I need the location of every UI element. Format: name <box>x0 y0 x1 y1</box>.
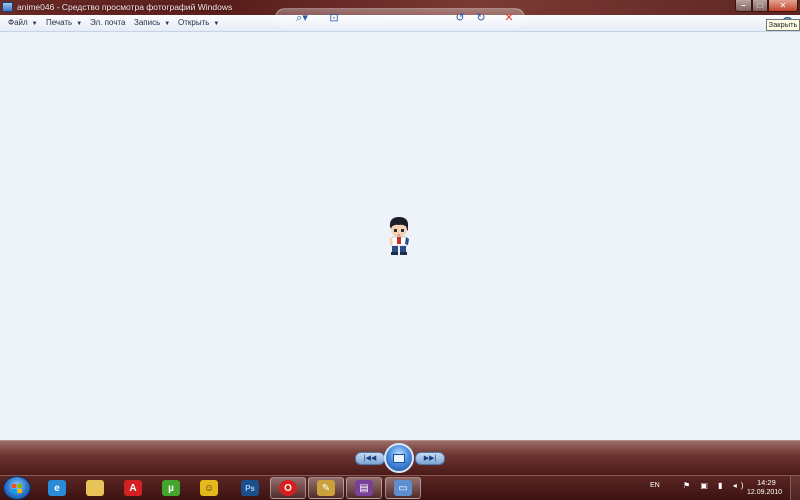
language-indicator[interactable]: EN <box>650 482 660 489</box>
clock-date[interactable]: 12.09.2010 <box>747 489 782 496</box>
photo-viewer-app-icon <box>2 2 13 12</box>
menu-email-label: Эл. почта <box>90 18 126 27</box>
menu-email[interactable]: Эл. почта <box>90 15 125 31</box>
photo-viewer-icon: ▭ <box>394 480 412 496</box>
folder-icon <box>86 480 104 496</box>
taskbar-avira[interactable]: A <box>115 477 151 499</box>
menu-burn-label: Запись <box>134 18 161 27</box>
chevron-down-icon: ▼ <box>213 21 220 27</box>
menu-file[interactable]: Файл ▼ <box>8 15 38 31</box>
media-app-icon: ✎ <box>317 480 335 496</box>
opera-icon: O <box>279 480 297 496</box>
close-tooltip: Закрыть <box>766 19 800 31</box>
slideshow-button[interactable] <box>384 443 414 473</box>
rotate-counterclockwise-icon[interactable]: ↺ <box>453 11 467 25</box>
menu-print-label: Печать <box>46 18 73 27</box>
taskbar-opera[interactable]: O <box>270 477 306 499</box>
window-title: anime046 - Средство просмотра фотографий… <box>17 2 233 12</box>
avira-icon: A <box>124 480 142 496</box>
taskbar-photo-viewer[interactable]: ▭ <box>385 477 421 499</box>
menu-file-label: Файл <box>8 18 28 27</box>
previous-button[interactable]: |◀◀ <box>355 452 385 465</box>
show-desktop-button[interactable] <box>790 476 800 500</box>
chevron-down-icon: ▼ <box>31 21 38 27</box>
chevron-down-icon: ▼ <box>76 21 83 27</box>
menu-open-label: Открыть <box>178 18 210 27</box>
internet-explorer-icon: e <box>48 480 66 496</box>
photoshop-icon: Ps <box>241 480 259 496</box>
taskbar-winrar[interactable]: ▤ <box>346 477 382 499</box>
tray-icons[interactable]: ⚑ ▣ ▮ ◂) <box>683 481 747 490</box>
fit-window-icon[interactable]: ⊡ <box>326 11 342 25</box>
taskbar-icq[interactable]: ☺ <box>191 477 227 499</box>
taskbar-photoshop[interactable]: Ps <box>232 477 268 499</box>
menu-burn[interactable]: Запись ▼ <box>134 15 170 31</box>
chevron-down-icon: ▼ <box>164 21 171 27</box>
winrar-icon: ▤ <box>355 480 373 496</box>
minimize-button[interactable]: – <box>735 0 752 12</box>
taskbar-internet-explorer[interactable]: e <box>39 477 75 499</box>
taskbar-explorer[interactable] <box>77 477 113 499</box>
taskbar-media-app[interactable]: ✎ <box>308 477 344 499</box>
slideshow-icon <box>393 453 405 463</box>
close-button[interactable]: ✕ <box>768 0 798 12</box>
zoom-icon[interactable]: ⌕▾ <box>291 11 313 25</box>
taskbar-utorrent[interactable]: µ <box>153 477 189 499</box>
utorrent-icon: µ <box>162 480 180 496</box>
menu-open[interactable]: Открыть ▼ <box>178 15 219 31</box>
menu-print[interactable]: Печать ▼ <box>46 15 82 31</box>
next-button[interactable]: ▶▶| <box>415 452 445 465</box>
start-button[interactable] <box>3 476 31 500</box>
anime-character-image <box>389 217 409 255</box>
delete-icon[interactable]: ✕ <box>502 11 516 25</box>
rotate-clockwise-icon[interactable]: ↻ <box>474 11 488 25</box>
icq-icon: ☺ <box>200 480 218 496</box>
maximize-button[interactable]: □ <box>752 0 768 12</box>
clock-time[interactable]: 14:29 <box>757 478 776 487</box>
windows-logo-icon <box>12 484 22 493</box>
